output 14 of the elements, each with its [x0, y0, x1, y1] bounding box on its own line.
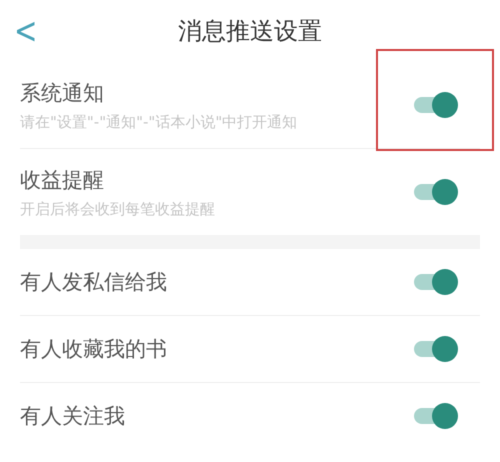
- setting-label: 有人收藏我的书: [20, 336, 167, 363]
- back-button[interactable]: <: [14, 9, 38, 52]
- setting-label: 收益提醒: [20, 166, 105, 194]
- toggle-switch[interactable]: [414, 335, 458, 363]
- toggle-switch[interactable]: [414, 268, 458, 296]
- setting-description: 开启后将会收到每笔收益提醒: [20, 200, 215, 218]
- setting-description: 请在"设置"-"通知"-"话本小说"中打开通知: [20, 112, 298, 132]
- toggle-switch[interactable]: [414, 178, 458, 206]
- toggle-switch[interactable]: [414, 402, 458, 430]
- setting-label: 系统通知: [20, 80, 105, 106]
- page-title: 消息推送设置: [178, 16, 322, 47]
- toggle-switch[interactable]: [414, 91, 458, 119]
- setting-label: 有人关注我: [20, 403, 125, 430]
- setting-label: 有人发私信给我: [20, 269, 167, 296]
